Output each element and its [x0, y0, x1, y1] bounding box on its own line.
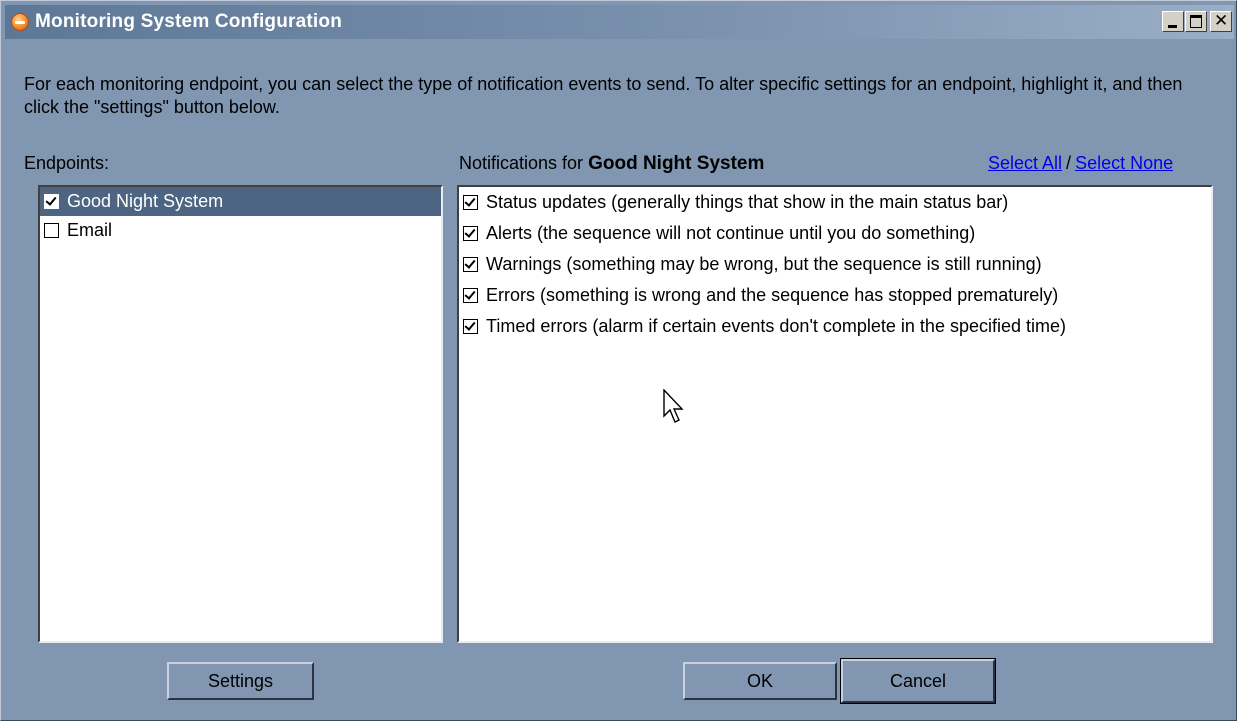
select-none-link[interactable]: Select None — [1075, 153, 1173, 173]
endpoints-list[interactable]: Good Night System Email — [38, 185, 443, 643]
title-bar[interactable]: Monitoring System Configuration ✕ — [5, 5, 1234, 39]
notification-label: Warnings (something may be wrong, but th… — [486, 254, 1042, 274]
maximize-icon[interactable] — [1185, 11, 1207, 32]
mouse-pointer-icon — [663, 389, 684, 423]
minimize-icon[interactable] — [1162, 11, 1184, 32]
notification-label: Errors (something is wrong and the seque… — [486, 285, 1059, 305]
cancel-button[interactable]: Cancel — [840, 658, 996, 704]
notification-checkbox[interactable] — [463, 195, 478, 210]
notifications-label-prefix: Notifications for — [459, 153, 584, 173]
notification-label: Alerts (the sequence will not continue u… — [486, 223, 976, 243]
endpoint-checkbox-good-night-system[interactable] — [44, 194, 59, 209]
endpoint-label: Good Night System — [67, 191, 224, 211]
endpoint-label: Email — [67, 220, 113, 240]
notification-item-status-updates[interactable]: Status updates (generally things that sh… — [459, 187, 1211, 218]
app-icon[interactable] — [11, 13, 29, 31]
close-button[interactable]: ✕ — [1210, 11, 1232, 32]
selected-endpoint-name: Good Night System — [588, 153, 765, 174]
window-title: Monitoring System Configuration — [35, 11, 343, 32]
notification-item-alerts[interactable]: Alerts (the sequence will not continue u… — [459, 218, 1211, 249]
notification-label: Timed errors (alarm if certain events do… — [486, 316, 1066, 336]
endpoint-item-email[interactable]: Email — [40, 216, 441, 245]
notification-checkbox[interactable] — [463, 319, 478, 334]
ok-button[interactable]: OK — [683, 662, 837, 700]
notification-checkbox[interactable] — [463, 288, 478, 303]
endpoints-label: Endpoints: — [24, 153, 110, 173]
endpoint-checkbox-email[interactable] — [44, 223, 59, 238]
notification-item-errors[interactable]: Errors (something is wrong and the seque… — [459, 280, 1211, 311]
selection-links: Select All / Select None — [988, 153, 1173, 174]
notification-checkbox[interactable] — [463, 226, 478, 241]
link-separator: / — [1066, 153, 1072, 173]
notifications-label: Notifications for Good Night System — [459, 153, 764, 175]
notification-checkbox[interactable] — [463, 257, 478, 272]
settings-button[interactable]: Settings — [167, 662, 314, 700]
config-window: Monitoring System Configuration ✕ For ea… — [0, 0, 1237, 721]
instructions-text: For each monitoring endpoint, you can se… — [24, 74, 1183, 117]
close-icon: ✕ — [1214, 11, 1229, 31]
notification-item-warnings[interactable]: Warnings (something may be wrong, but th… — [459, 249, 1211, 280]
notification-label: Status updates (generally things that sh… — [486, 192, 1009, 212]
notifications-list[interactable]: Status updates (generally things that sh… — [457, 185, 1213, 643]
notification-item-timed-errors[interactable]: Timed errors (alarm if certain events do… — [459, 311, 1211, 342]
endpoint-item-good-night-system[interactable]: Good Night System — [40, 187, 441, 216]
select-all-link[interactable]: Select All — [988, 153, 1062, 173]
